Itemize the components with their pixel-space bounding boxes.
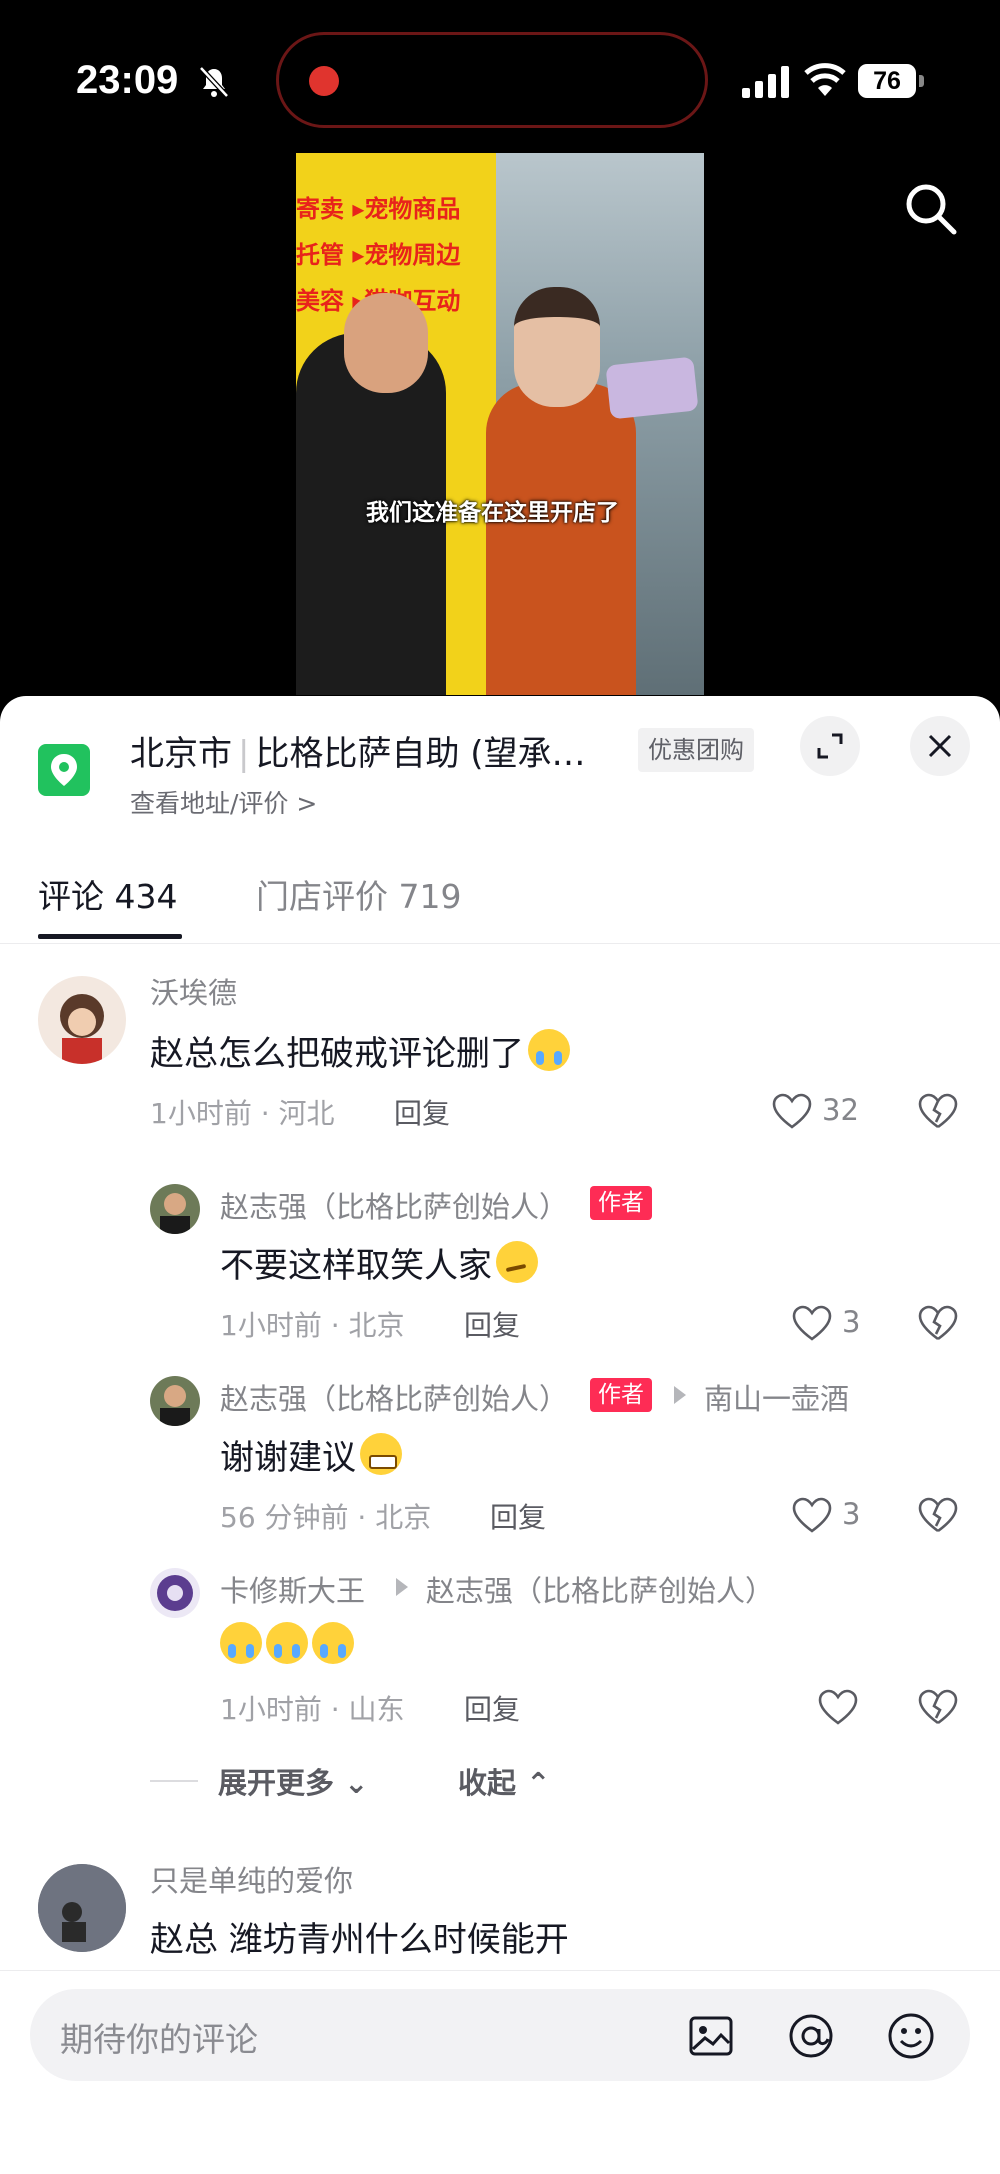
deal-badge[interactable]: 优惠团购	[638, 728, 754, 772]
expand-icon	[817, 733, 843, 759]
broken-heart-icon[interactable]	[918, 1092, 958, 1132]
person-right-head	[514, 287, 600, 407]
battery-icon: 76	[858, 64, 924, 98]
laugh-cry-emoji-icon	[266, 1622, 308, 1664]
avatar[interactable]	[150, 1184, 200, 1234]
wifi-icon	[804, 63, 846, 96]
video-player[interactable]: 寄卖 ▸宠物商品 托管 ▸宠物周边 美容 ▸猫咖互动 我们这准备在这里开店了	[296, 153, 704, 695]
divider-line	[150, 1780, 198, 1782]
expand-more-button[interactable]: 展开更多 ⌄	[218, 1760, 368, 1802]
phone	[605, 356, 699, 420]
expand-button[interactable]	[800, 716, 860, 776]
reply-username[interactable]: 卡修斯大王	[220, 1568, 365, 1610]
avatar[interactable]	[150, 1568, 200, 1618]
reply-button[interactable]: 回复	[394, 1092, 450, 1132]
signal-icon	[742, 66, 789, 98]
comment-sheet: 北京市 | 比格比萨自助 (望承… 优惠团购 查看地址/评价 > 评论 434 门店…	[0, 696, 1000, 2174]
emoji-icon[interactable]	[886, 2011, 936, 2061]
laugh-cry-emoji-icon	[220, 1622, 262, 1664]
location-title[interactable]: 北京市 | 比格比萨自助 (望承…	[130, 726, 620, 775]
comment-meta: 56 分钟前 · 北京	[220, 1501, 432, 1534]
author-badge: 作者	[590, 1186, 652, 1220]
comment-text: 不要这样取笑人家	[220, 1238, 538, 1287]
reply-button[interactable]: 回复	[464, 1304, 520, 1344]
reply-target-name[interactable]: 南山一壶酒	[704, 1376, 849, 1418]
laugh-cry-emoji-icon	[312, 1622, 354, 1664]
broken-heart-icon[interactable]	[918, 1688, 958, 1728]
comment-username[interactable]: 只是单纯的爱你	[150, 1858, 353, 1900]
comment-input[interactable]: 期待你的评论	[30, 1989, 970, 2081]
reply-button[interactable]: 回复	[464, 1688, 520, 1728]
image-icon[interactable]	[686, 2011, 736, 2061]
like-count: 3	[842, 1305, 861, 1339]
comment-meta: 1小时前 · 山东	[220, 1693, 405, 1726]
broken-heart-icon[interactable]	[918, 1496, 958, 1536]
comment-text	[216, 1622, 354, 1667]
tab-underline	[38, 934, 182, 939]
clock: 23:09	[76, 58, 179, 102]
chevron-down-icon: ⌄	[334, 1766, 369, 1800]
reply-button[interactable]: 回复	[490, 1496, 546, 1536]
comment-tabs: 评论 434 门店评价 719	[0, 846, 1000, 944]
bell-slash-icon	[199, 66, 229, 98]
sign-line: 寄卖 ▸宠物商品	[296, 195, 461, 223]
person-left-head	[344, 293, 428, 393]
avatar[interactable]	[38, 976, 126, 1064]
heart-icon[interactable]	[772, 1092, 812, 1132]
comment-text: 谢谢建议	[220, 1430, 402, 1479]
battery-level: 76	[858, 64, 916, 98]
location-store: 比格比萨自助 (望承…	[255, 734, 586, 774]
close-button[interactable]	[910, 716, 970, 776]
like-count: 3	[842, 1497, 861, 1531]
comment-meta: 1小时前 · 北京	[220, 1309, 405, 1342]
location-pin-icon	[38, 744, 90, 796]
sign-line: 托管 ▸宠物周边	[296, 241, 461, 269]
reply-arrow-icon	[396, 1578, 408, 1596]
recording-dot-icon	[309, 66, 339, 96]
person-right	[486, 383, 636, 695]
view-address-link[interactable]: 查看地址/评价 >	[130, 784, 317, 820]
tab-comments[interactable]: 评论 434	[38, 870, 177, 918]
broken-heart-icon[interactable]	[918, 1304, 958, 1344]
collapse-button[interactable]: 收起 ⌃	[458, 1760, 550, 1802]
close-icon	[928, 734, 952, 758]
chevron-up-icon: ⌃	[516, 1766, 551, 1800]
smirk-emoji-icon	[496, 1241, 538, 1283]
reply-username[interactable]: 赵志强（比格比萨创始人）	[220, 1376, 568, 1418]
avatar[interactable]	[38, 1864, 126, 1952]
avatar[interactable]	[150, 1376, 200, 1426]
reply-username[interactable]: 赵志强（比格比萨创始人）	[220, 1184, 568, 1226]
search-icon[interactable]	[902, 180, 958, 236]
location-city: 北京市	[130, 734, 232, 774]
tab-store-reviews[interactable]: 门店评价 719	[256, 870, 461, 918]
comment-input-bar: 期待你的评论	[0, 1970, 1000, 2174]
comment-username[interactable]: 沃埃德	[150, 970, 237, 1012]
video-subtitle: 我们这准备在这里开店了	[366, 500, 619, 526]
heart-icon[interactable]	[792, 1304, 832, 1344]
status-bar: 23:09 76	[0, 0, 1000, 150]
comment-meta: 1小时前 · 河北	[150, 1097, 335, 1130]
dynamic-island	[276, 32, 708, 128]
at-icon[interactable]	[786, 2011, 836, 2061]
author-badge: 作者	[590, 1378, 652, 1412]
location-header[interactable]: 北京市 | 比格比萨自助 (望承… 优惠团购 查看地址/评价 >	[0, 696, 1000, 836]
heart-icon[interactable]	[818, 1688, 858, 1728]
comment-text: 赵总 潍坊青州什么时候能开	[150, 1920, 569, 1960]
reply-target-name[interactable]: 赵志强（比格比萨创始人）	[426, 1568, 774, 1610]
input-placeholder: 期待你的评论	[60, 2020, 258, 2059]
crying-emoji-icon	[528, 1029, 570, 1071]
grin-emoji-icon	[360, 1433, 402, 1475]
heart-icon[interactable]	[792, 1496, 832, 1536]
reply-arrow-icon	[674, 1386, 686, 1404]
like-count: 32	[822, 1093, 859, 1127]
comment-text: 赵总怎么把破戒评论删了	[150, 1026, 570, 1075]
